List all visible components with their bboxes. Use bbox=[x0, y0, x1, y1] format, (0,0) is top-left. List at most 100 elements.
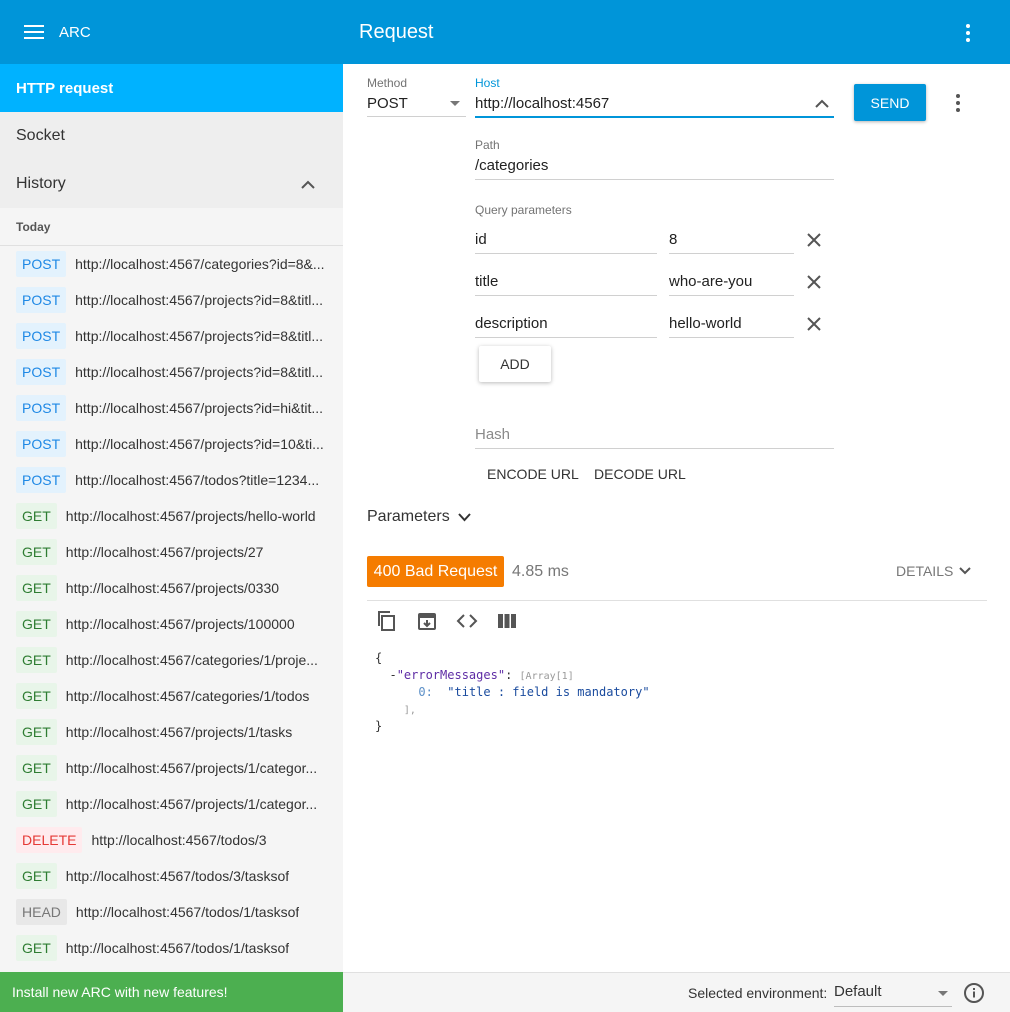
history-url: http://localhost:4567/todos/1/tasksof bbox=[75, 904, 300, 920]
history-item[interactable]: POST http://localhost:4567/projects?id=8&… bbox=[0, 354, 343, 390]
method-badge: GET bbox=[16, 755, 57, 781]
history-item[interactable]: GET http://localhost:4567/projects/hello-… bbox=[0, 498, 343, 534]
status-badge: 400 Bad Request bbox=[367, 556, 504, 587]
response-time: 4.85 ms bbox=[512, 563, 569, 580]
send-button[interactable]: SEND bbox=[854, 84, 926, 121]
json-line: -"errorMessages": [Array[1] bbox=[375, 667, 650, 684]
history-item[interactable]: GET http://localhost:4567/projects/1/task… bbox=[0, 714, 343, 750]
method-badge: GET bbox=[16, 575, 57, 601]
more-vert-icon[interactable] bbox=[966, 24, 970, 42]
history-item[interactable]: POST http://localhost:4567/projects?id=10… bbox=[0, 426, 343, 462]
history-item[interactable]: GET http://localhost:4567/projects/1/cate… bbox=[0, 786, 343, 822]
history-item[interactable]: GET http://localhost:4567/projects/100000 bbox=[0, 606, 343, 642]
close-icon[interactable] bbox=[805, 315, 823, 333]
json-array-meta: [Array[1] bbox=[519, 671, 574, 682]
path-underline bbox=[475, 179, 834, 180]
request-menu-icon[interactable] bbox=[956, 94, 960, 112]
json-line: } bbox=[375, 718, 650, 735]
nav-socket[interactable]: Socket bbox=[0, 112, 343, 160]
add-query-param-button[interactable]: ADD bbox=[479, 346, 551, 382]
history-group-today: Today bbox=[0, 208, 343, 246]
query-param-value[interactable]: hello-world bbox=[669, 315, 742, 332]
method-badge: GET bbox=[16, 719, 57, 745]
encode-url-button[interactable]: ENCODE URL bbox=[487, 466, 579, 482]
history-url: http://localhost:4567/projects?id=hi&tit… bbox=[75, 400, 323, 416]
method-badge: POST bbox=[16, 467, 67, 493]
history-url: http://localhost:4567/projects?id=10&ti.… bbox=[75, 436, 324, 452]
install-promo-banner[interactable]: Install new ARC with new features! bbox=[0, 972, 343, 1012]
method-badge: POST bbox=[16, 359, 67, 385]
close-icon[interactable] bbox=[805, 273, 823, 291]
details-button[interactable]: DETAILS bbox=[896, 563, 972, 579]
history-item[interactable]: GET http://localhost:4567/todos/1/tasksof bbox=[0, 930, 343, 966]
history-url: http://localhost:4567/todos/3/tasksof bbox=[65, 868, 290, 884]
nav-http-request[interactable]: HTTP request bbox=[0, 64, 343, 112]
save-archive-icon[interactable] bbox=[415, 609, 439, 633]
history-item[interactable]: GET http://localhost:4567/projects/1/cate… bbox=[0, 750, 343, 786]
query-param-value[interactable]: 8 bbox=[669, 231, 677, 248]
query-param-name-underline bbox=[475, 337, 657, 338]
columns-view-icon[interactable] bbox=[495, 609, 519, 633]
method-badge: HEAD bbox=[16, 899, 67, 925]
history-item[interactable]: GET http://localhost:4567/todos/3/tasksof bbox=[0, 858, 343, 894]
method-badge: GET bbox=[16, 647, 57, 673]
method-badge: GET bbox=[16, 611, 57, 637]
details-label: DETAILS bbox=[896, 563, 954, 579]
method-badge: POST bbox=[16, 251, 67, 277]
response-json-viewer: { -"errorMessages": [Array[1] 0: "title … bbox=[375, 650, 650, 735]
history-url: http://localhost:4567/todos/1/tasksof bbox=[65, 940, 290, 956]
history-url: http://localhost:4567/categories?id=8&..… bbox=[75, 256, 325, 272]
history-item[interactable]: POST http://localhost:4567/projects?id=8&… bbox=[0, 282, 343, 318]
menu-icon[interactable] bbox=[24, 25, 44, 39]
parameters-label: Parameters bbox=[367, 508, 450, 525]
query-param-value-underline bbox=[669, 337, 794, 338]
path-input[interactable]: /categories bbox=[475, 157, 548, 174]
close-icon[interactable] bbox=[805, 231, 823, 249]
history-item[interactable]: GET http://localhost:4567/projects/0330 bbox=[0, 570, 343, 606]
decode-url-button[interactable]: DECODE URL bbox=[594, 466, 686, 482]
json-line: { bbox=[375, 650, 650, 667]
nav-history[interactable]: History bbox=[0, 160, 343, 208]
history-item[interactable]: POST http://localhost:4567/projects?id=8&… bbox=[0, 318, 343, 354]
chevron-up-icon[interactable] bbox=[815, 99, 829, 108]
info-icon[interactable] bbox=[963, 982, 985, 1004]
method-underline bbox=[367, 116, 466, 117]
collapse-toggle[interactable]: - bbox=[389, 668, 396, 682]
host-underline bbox=[475, 116, 834, 118]
query-param-name[interactable]: id bbox=[475, 231, 487, 248]
method-badge: GET bbox=[16, 791, 57, 817]
page-title: Request bbox=[359, 20, 434, 43]
history-item[interactable]: GET http://localhost:4567/categories/1/to… bbox=[0, 678, 343, 714]
method-badge: GET bbox=[16, 503, 57, 529]
history-item[interactable]: GET http://localhost:4567/projects/27 bbox=[0, 534, 343, 570]
query-param-name[interactable]: title bbox=[475, 273, 498, 290]
method-caret-icon[interactable] bbox=[450, 101, 460, 106]
history-item[interactable]: POST http://localhost:4567/todos?title=12… bbox=[0, 462, 343, 498]
environment-footer: Selected environment: Default bbox=[343, 972, 1010, 1012]
hash-input[interactable]: Hash bbox=[475, 426, 510, 443]
environment-select[interactable]: Default bbox=[834, 983, 952, 1007]
history-item[interactable]: HEAD http://localhost:4567/todos/1/taskso… bbox=[0, 894, 343, 930]
json-string-value: "title : field is mandatory" bbox=[447, 685, 650, 699]
json-close-brace: } bbox=[375, 719, 383, 733]
json-key: "errorMessages" bbox=[396, 668, 506, 682]
history-item[interactable]: GET http://localhost:4567/categories/1/pr… bbox=[0, 642, 343, 678]
history-url: http://localhost:4567/projects/1/categor… bbox=[65, 796, 318, 812]
method-badge: GET bbox=[16, 935, 57, 961]
history-list: POST http://localhost:4567/categories?id=… bbox=[0, 246, 343, 966]
host-input[interactable]: http://localhost:4567 bbox=[475, 95, 609, 112]
code-icon[interactable] bbox=[455, 609, 479, 633]
history-item[interactable]: POST http://localhost:4567/projects?id=hi… bbox=[0, 390, 343, 426]
query-param-value[interactable]: who-are-you bbox=[669, 273, 752, 290]
chevron-up-icon[interactable] bbox=[301, 180, 315, 189]
method-badge: POST bbox=[16, 431, 67, 457]
method-select[interactable]: POST bbox=[367, 95, 408, 112]
history-item[interactable]: POST http://localhost:4567/categories?id=… bbox=[0, 246, 343, 282]
query-params-label: Query parameters bbox=[475, 203, 572, 217]
app-name: ARC bbox=[59, 23, 91, 41]
parameters-toggle[interactable]: Parameters bbox=[367, 508, 471, 526]
history-item[interactable]: DELETE http://localhost:4567/todos/3 bbox=[0, 822, 343, 858]
method-badge: POST bbox=[16, 287, 67, 313]
query-param-name[interactable]: description bbox=[475, 315, 548, 332]
copy-icon[interactable] bbox=[375, 609, 399, 633]
